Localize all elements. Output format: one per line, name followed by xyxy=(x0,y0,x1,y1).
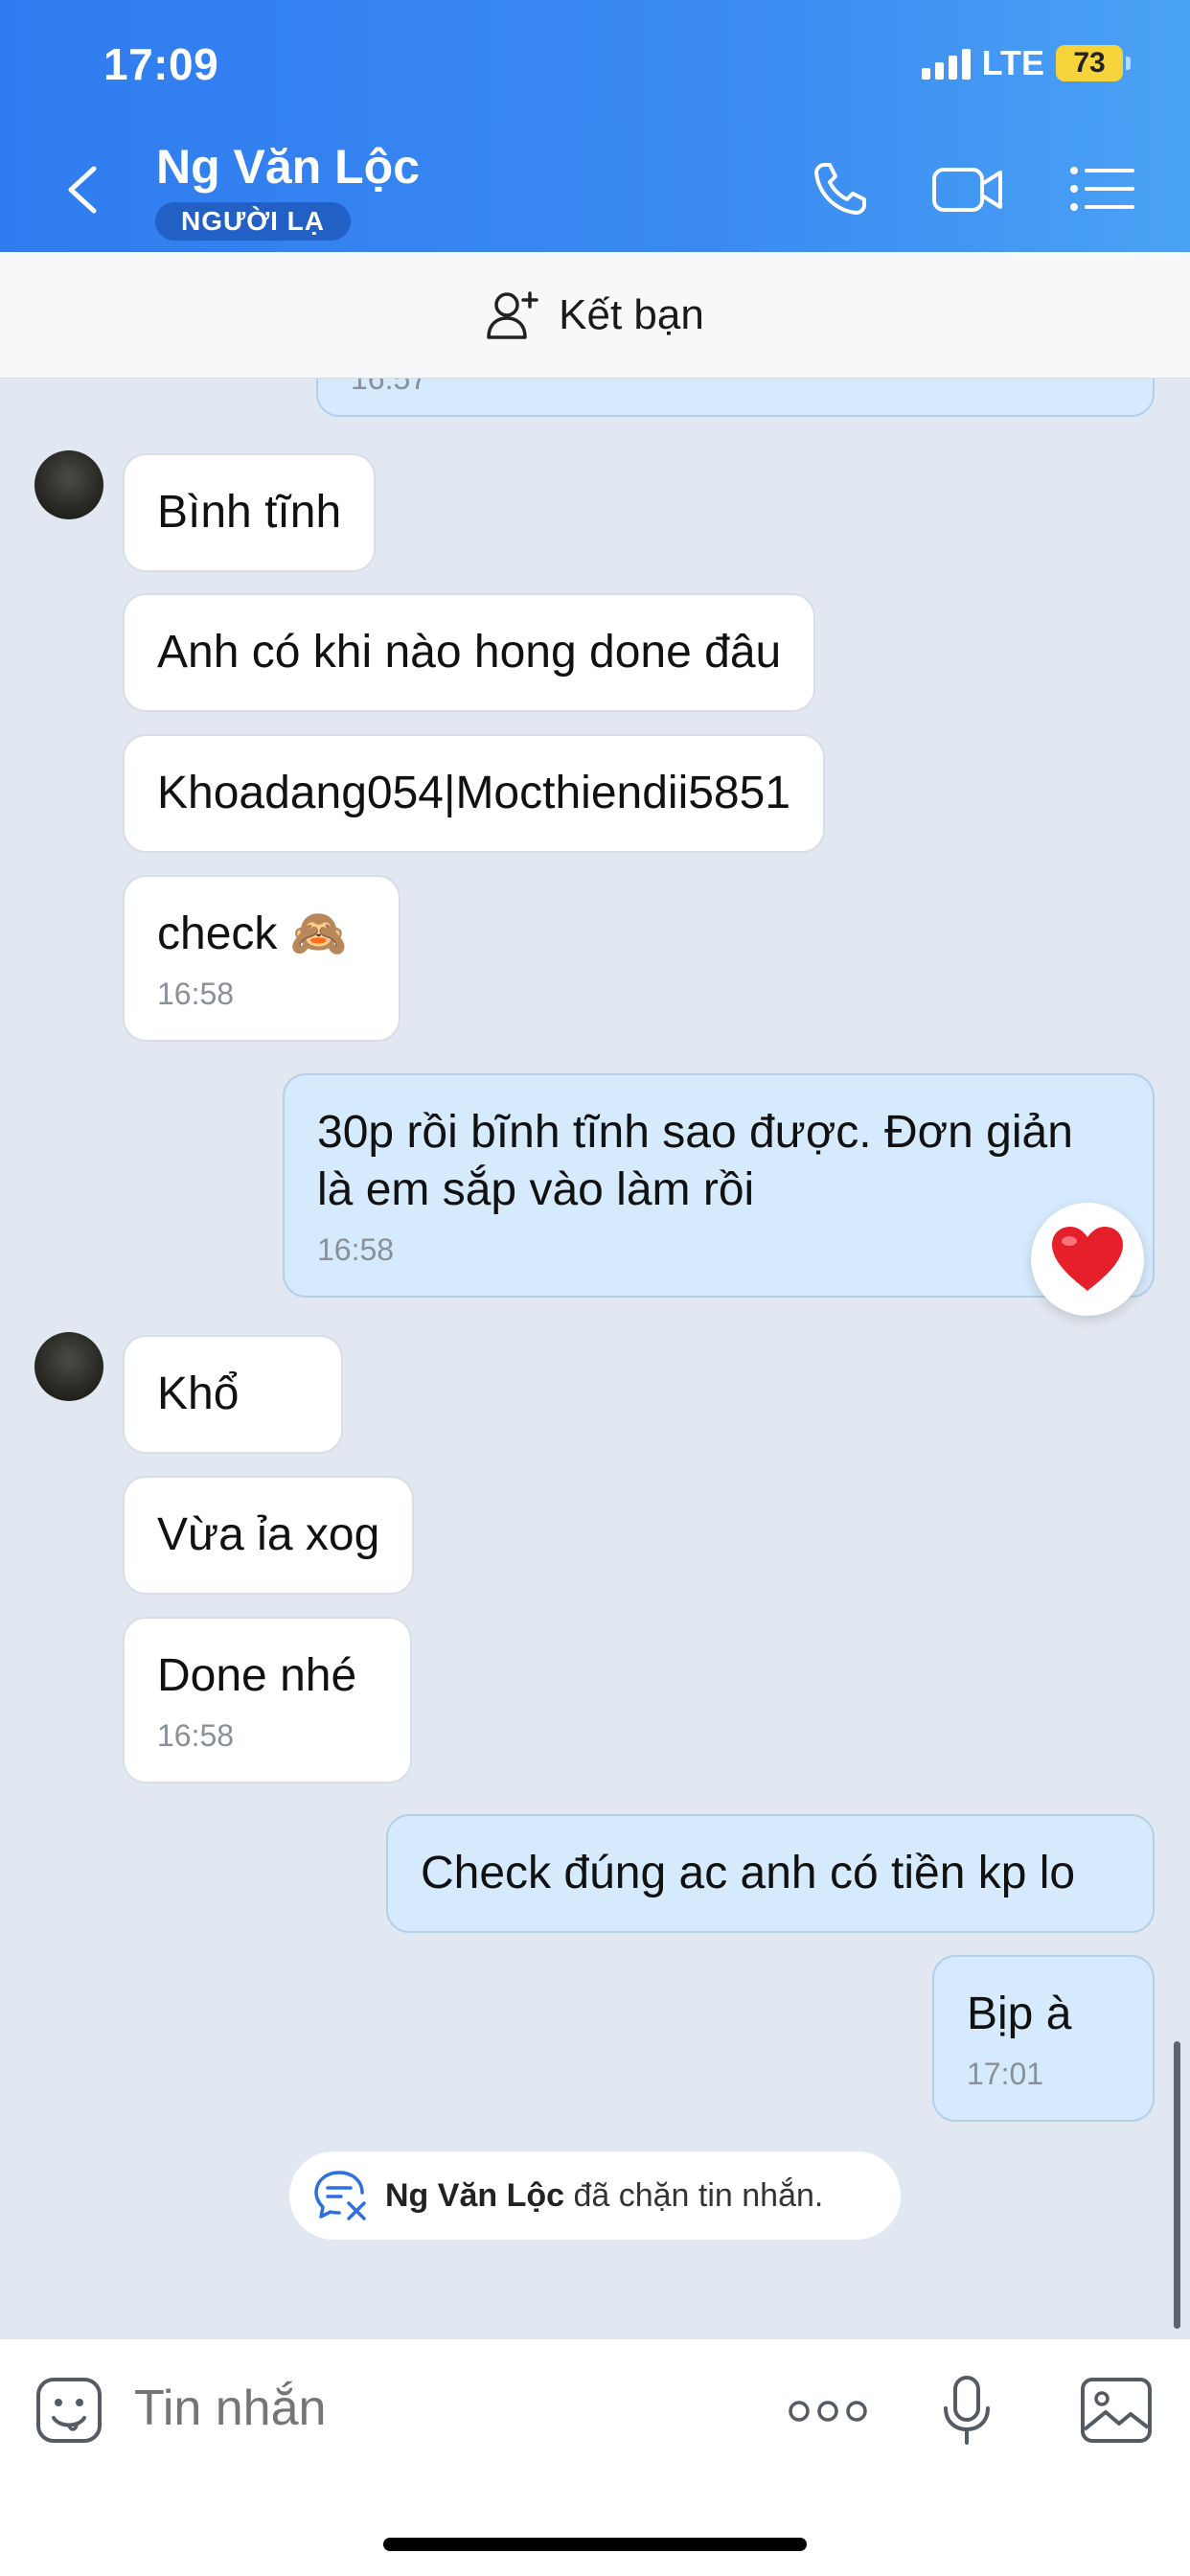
message-input[interactable] xyxy=(134,2380,747,2437)
message-bubble-incoming[interactable]: Bình tĩnh xyxy=(123,453,377,572)
avatar[interactable] xyxy=(34,450,103,519)
signal-icon xyxy=(921,47,971,80)
message-bubble-incoming[interactable]: Khoadang054|Mocthiendii5851 xyxy=(123,734,826,853)
blocked-notice-text: Ng Văn Lộc đã chặn tin nhắn. xyxy=(385,2177,823,2215)
blocked-message: đã chặn tin nhắn. xyxy=(564,2176,824,2214)
message-bubble-incoming[interactable]: Done nhé 16:58 xyxy=(123,1617,412,1783)
more-options-button[interactable] xyxy=(786,2392,870,2435)
message-time: 17:01 xyxy=(967,2057,1044,2091)
gallery-button[interactable] xyxy=(1079,2376,1154,2450)
phone-icon xyxy=(814,163,866,215)
message-time: 16:57 xyxy=(351,379,428,396)
microphone-icon xyxy=(944,2376,990,2445)
avatar[interactable] xyxy=(34,1332,103,1401)
status-time: 17:09 xyxy=(103,39,219,89)
message-text: Done nhé xyxy=(157,1650,357,1701)
message-bubble-outgoing[interactable]: 16:57 xyxy=(316,379,1155,417)
message-text: Khoadang054|Mocthiendii5851 xyxy=(157,768,791,818)
message-time: 16:58 xyxy=(157,1718,235,1753)
battery-icon: 73 xyxy=(1056,45,1131,81)
blocked-notice: Ng Văn Lộc đã chặn tin nhắn. xyxy=(289,2151,901,2240)
message-bubble-incoming[interactable]: check 🙈 16:58 xyxy=(123,875,400,1042)
message-bubble-incoming[interactable]: Anh có khi nào hong done đâu xyxy=(123,593,816,712)
back-button[interactable] xyxy=(59,161,107,218)
add-user-icon xyxy=(487,290,538,339)
reaction-heart[interactable] xyxy=(1031,1203,1144,1316)
message-text: Vừa ỉa xog xyxy=(157,1509,380,1560)
video-call-button[interactable] xyxy=(929,155,1006,222)
contact-name[interactable]: Ng Văn Lộc xyxy=(156,139,420,195)
message-text: check 🙈 xyxy=(157,908,348,959)
chat-header: 17:09 LTE 73 Ng Văn Lộc NGƯỜI LẠ xyxy=(0,0,1190,252)
network-label: LTE xyxy=(981,43,1044,82)
add-friend-label: Kết bạn xyxy=(559,290,704,338)
voice-call-button[interactable] xyxy=(803,155,880,222)
message-text: Khổ xyxy=(157,1368,240,1419)
more-dots-icon xyxy=(789,2401,867,2422)
video-camera-icon xyxy=(932,168,1002,212)
voice-message-button[interactable] xyxy=(939,2374,995,2453)
status-indicators: LTE 73 xyxy=(921,43,1131,82)
chevron-left-icon xyxy=(68,166,97,214)
stranger-badge: NGƯỜI LẠ xyxy=(155,202,351,241)
message-text: Bình tĩnh xyxy=(157,487,342,538)
message-bubble-outgoing[interactable]: Bịp à 17:01 xyxy=(932,1955,1155,2122)
emoji-sticker-icon xyxy=(36,2378,102,2443)
sticker-button[interactable] xyxy=(34,2376,103,2450)
message-text-line: là em sắp vào làm rồi xyxy=(317,1164,755,1215)
message-bubble-outgoing[interactable]: Check đúng ac anh có tiền kp lo xyxy=(386,1814,1155,1933)
heart-icon xyxy=(1052,1227,1123,1291)
message-bubble-incoming[interactable]: Khổ xyxy=(123,1335,343,1454)
home-indicator[interactable] xyxy=(383,2538,807,2551)
message-time: 16:58 xyxy=(317,1232,395,1267)
message-time: 16:58 xyxy=(157,977,235,1011)
menu-button[interactable] xyxy=(1065,155,1142,222)
blocked-chat-icon xyxy=(314,2171,366,2220)
message-list[interactable]: 16:57 Bình tĩnh Anh có khi nào hong done… xyxy=(0,379,1190,2338)
message-text: Bịp à xyxy=(967,1989,1072,2039)
list-menu-icon xyxy=(1070,167,1134,211)
battery-level: 73 xyxy=(1056,45,1123,81)
blocked-contact-name: Ng Văn Lộc xyxy=(385,2176,565,2214)
message-text: Anh có khi nào hong done đâu xyxy=(157,627,782,678)
message-text-line: 30p rồi bĩnh tĩnh sao được. Đơn giản xyxy=(317,1107,1073,1158)
scrollbar[interactable] xyxy=(1174,2041,1180,2329)
image-gallery-icon xyxy=(1081,2378,1152,2443)
message-bubble-incoming[interactable]: Vừa ỉa xog xyxy=(123,1476,415,1595)
add-friend-button[interactable]: Kết bạn xyxy=(0,252,1190,379)
message-bubble-outgoing[interactable]: 30p rồi bĩnh tĩnh sao được. Đơn giản là … xyxy=(283,1073,1155,1298)
message-text: Check đúng ac anh có tiền kp lo xyxy=(421,1848,1076,1898)
